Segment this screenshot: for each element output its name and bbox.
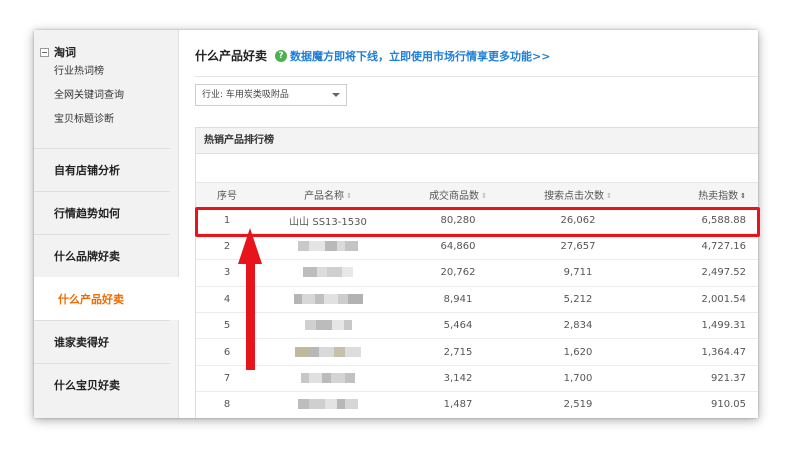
- table-row[interactable]: 6 2,715 1,620 1,364.47: [196, 338, 758, 366]
- column-header-name[interactable]: 产品名称 ⇕: [258, 183, 398, 208]
- industry-select-value: 行业: 车用炭类吸附品: [202, 90, 289, 100]
- redacted-product-name: [295, 346, 361, 357]
- sort-icon[interactable]: ⇕: [606, 192, 612, 200]
- sidebar-sub-title-diagnosis[interactable]: 宝贝标题诊断: [40, 108, 178, 132]
- collapse-minus-icon[interactable]: [40, 47, 49, 57]
- table-row[interactable]: 1 山山 SS13-1530 80,280 26,062 6,588.88: [196, 207, 758, 234]
- sidebar-item-seller[interactable]: 谁家卖得好: [34, 320, 170, 363]
- sidebar-group-title: 淘词: [54, 46, 76, 59]
- table-row[interactable]: 7 3,142 1,700 921.37: [196, 365, 758, 393]
- redacted-product-name: [301, 373, 355, 384]
- sort-icon[interactable]: ⇕: [346, 192, 352, 200]
- column-header-rank: 序号: [196, 183, 258, 208]
- product-name-cell[interactable]: [258, 338, 398, 366]
- sidebar-sub-keyword-query[interactable]: 全网关键词查询: [40, 84, 178, 108]
- sidebar-item-brand[interactable]: 什么品牌好卖: [34, 234, 170, 277]
- app-window: 淘词 行业热词榜 全网关键词查询 宝贝标题诊断 自有店铺分析 行情趋势如何 什么…: [34, 30, 758, 418]
- sidebar-group-taoci: 淘词 行业热词榜 全网关键词查询 宝贝标题诊断: [34, 30, 178, 148]
- product-name-cell[interactable]: [258, 365, 398, 393]
- table-row[interactable]: 2 64,860 27,657 4,727.16: [196, 233, 758, 261]
- redacted-product-name: [304, 320, 352, 331]
- search-clicks-cell: 5,212: [518, 286, 638, 314]
- main-content: 什么产品好卖 ? 数据魔方即将下线，立即使用市场行情享更多功能>> 行业: 车用…: [179, 30, 758, 418]
- hot-index-cell: 2,001.54: [638, 286, 758, 314]
- sales-count-cell: 5,464: [398, 312, 518, 340]
- ranking-panel: 热销产品排行榜 序号 产品名称 ⇕ 成交商品数 ⇕ 搜索点击次数 ⇕ 热卖指数 ⇕ 1山…: [195, 127, 758, 418]
- column-header-clicks[interactable]: 搜索点击次数 ⇕: [518, 183, 638, 208]
- sidebar-group-header[interactable]: 淘词: [40, 44, 178, 60]
- search-clicks-cell: 26,062: [518, 207, 638, 234]
- search-clicks-cell: 2,834: [518, 312, 638, 340]
- table-row[interactable]: 5 5,464 2,834 1,499.31: [196, 312, 758, 340]
- column-header-hot-index[interactable]: 热卖指数 ⇕: [638, 183, 758, 208]
- annotation-arrow-shaft: [246, 262, 255, 370]
- sales-count-cell: 20,762: [398, 259, 518, 287]
- hot-index-cell: 2,497.52: [638, 259, 758, 287]
- search-clicks-cell: 1,700: [518, 365, 638, 393]
- ranking-table: 序号 产品名称 ⇕ 成交商品数 ⇕ 搜索点击次数 ⇕ 热卖指数 ⇕ 1 山山 SS13-1…: [196, 183, 758, 418]
- sales-count-cell: 64,860: [398, 233, 518, 261]
- table-row[interactable]: 3 20,762 9,711 2,497.52: [196, 259, 758, 287]
- upgrade-notice-link[interactable]: 数据魔方即将下线，立即使用市场行情享更多功能>>: [290, 48, 550, 64]
- hot-index-cell: 910.05: [638, 391, 758, 418]
- sales-count-cell: 3,142: [398, 365, 518, 393]
- redacted-product-name: [298, 399, 358, 410]
- hot-index-cell: 4,727.16: [638, 233, 758, 261]
- table-header-row: 序号 产品名称 ⇕ 成交商品数 ⇕ 搜索点击次数 ⇕ 热卖指数 ⇕: [196, 183, 758, 208]
- product-name-cell[interactable]: [258, 233, 398, 261]
- hot-index-cell: 1,499.31: [638, 312, 758, 340]
- chevron-down-icon: [332, 93, 340, 97]
- page-title: 什么产品好卖: [195, 49, 268, 63]
- hot-index-cell: 921.37: [638, 365, 758, 393]
- sidebar-item-own-shop[interactable]: 自有店铺分析: [34, 148, 170, 191]
- redacted-product-name: [303, 267, 353, 278]
- hot-index-cell: 1,364.47: [638, 338, 758, 366]
- search-clicks-cell: 9,711: [518, 259, 638, 287]
- industry-select[interactable]: 行业: 车用炭类吸附品: [195, 84, 347, 106]
- sort-icon[interactable]: ⇕: [481, 192, 487, 200]
- search-clicks-cell: 1,620: [518, 338, 638, 366]
- annotation-arrow-head: [238, 228, 262, 264]
- panel-toolbar: [196, 154, 758, 183]
- table-row[interactable]: 4 8,941 5,212 2,001.54: [196, 286, 758, 314]
- redacted-product-name: [293, 293, 363, 304]
- question-circle-icon: ?: [275, 49, 288, 62]
- divider: [195, 76, 758, 77]
- redacted-product-name: [298, 241, 358, 252]
- sidebar: 淘词 行业热词榜 全网关键词查询 宝贝标题诊断 自有店铺分析 行情趋势如何 什么…: [34, 30, 179, 418]
- table-row[interactable]: 8 1,487 2,519 910.05: [196, 391, 758, 418]
- product-name-cell[interactable]: [258, 259, 398, 287]
- product-name-cell[interactable]: [258, 286, 398, 314]
- search-clicks-cell: 27,657: [518, 233, 638, 261]
- sidebar-item-goods[interactable]: 什么宝贝好卖: [34, 363, 170, 406]
- product-name-cell[interactable]: 山山 SS13-1530: [258, 207, 398, 234]
- product-name-cell[interactable]: [258, 312, 398, 340]
- sales-count-cell: 8,941: [398, 286, 518, 314]
- sidebar-sub-hot-words[interactable]: 行业热词榜: [40, 60, 178, 84]
- title-row: 什么产品好卖 ? 数据魔方即将下线，立即使用市场行情享更多功能>>: [195, 47, 550, 64]
- sales-count-cell: 1,487: [398, 391, 518, 418]
- hot-index-cell: 6,588.88: [638, 207, 758, 234]
- sales-count-cell: 2,715: [398, 338, 518, 366]
- sidebar-item-product[interactable]: 什么产品好卖: [34, 277, 179, 320]
- panel-title: 热销产品排行榜: [196, 128, 758, 154]
- sales-count-cell: 80,280: [398, 207, 518, 234]
- sidebar-item-market-trend[interactable]: 行情趋势如何: [34, 191, 170, 234]
- column-header-sales[interactable]: 成交商品数 ⇕: [398, 183, 518, 208]
- search-clicks-cell: 2,519: [518, 391, 638, 418]
- rank-cell: 8: [196, 391, 258, 418]
- sort-desc-icon[interactable]: ⇕: [740, 192, 746, 200]
- product-name-cell[interactable]: [258, 391, 398, 418]
